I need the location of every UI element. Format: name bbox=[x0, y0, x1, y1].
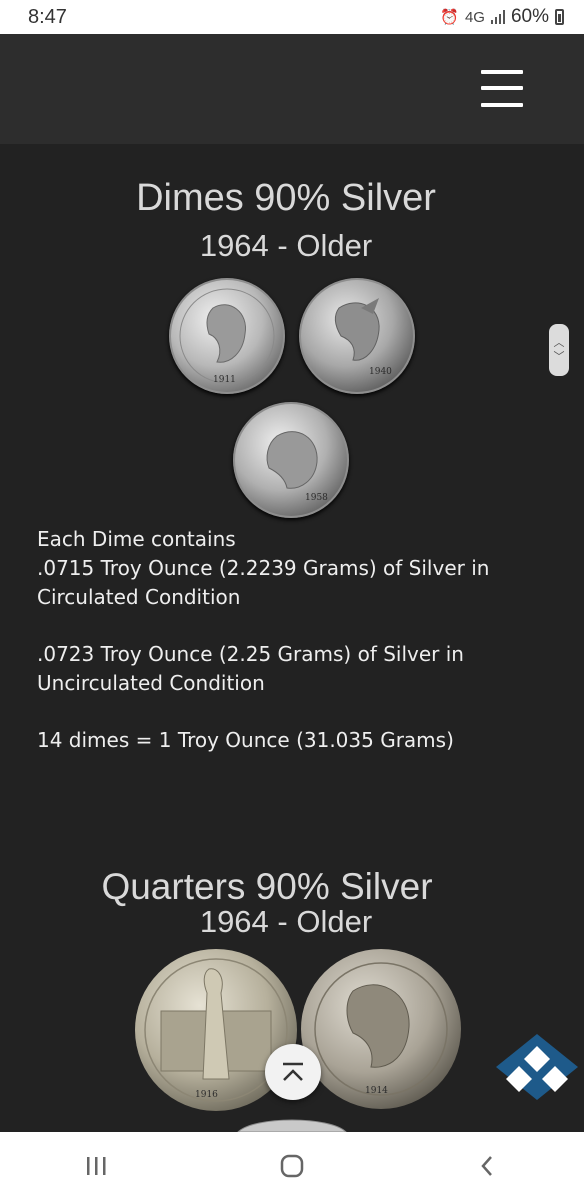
recent-apps-icon bbox=[87, 1157, 106, 1175]
back-icon bbox=[480, 1156, 492, 1176]
desc-line-3: .0723 Troy Ounce (2.25 Grams) of Silver … bbox=[37, 642, 464, 695]
network-label: 4G bbox=[464, 8, 485, 26]
quarters-title: Quarters 90% Silver bbox=[101, 866, 433, 907]
site-header bbox=[0, 34, 584, 144]
desc-line-1: Each Dime contains bbox=[37, 527, 236, 551]
partial-coin-image bbox=[237, 1119, 347, 1132]
recent-apps-button[interactable] bbox=[57, 1141, 137, 1191]
scroll-handle[interactable]: ︿ ﹀ bbox=[549, 324, 569, 376]
home-button[interactable] bbox=[252, 1141, 332, 1191]
home-icon bbox=[280, 1154, 304, 1178]
alarm-icon: ⏰ bbox=[440, 9, 459, 26]
barber-quarter-image: 1914 bbox=[301, 949, 461, 1109]
desc-line-2: .0715 Troy Ounce (2.2239 Grams) of Silve… bbox=[37, 556, 490, 609]
barber-dime-image: 1911 bbox=[171, 280, 283, 392]
chevron-up-icon: ︿ bbox=[553, 336, 565, 349]
roosevelt-dime-date: 1958 bbox=[305, 493, 328, 503]
dimes-title: Dimes 90% Silver bbox=[136, 177, 436, 219]
status-time: 8:47 bbox=[28, 5, 67, 28]
signal-icon bbox=[490, 10, 505, 24]
battery-percent: 60% bbox=[510, 6, 549, 27]
mercury-dime-date: 1940 bbox=[369, 367, 392, 377]
main-content: Dimes 90% Silver 1964 - Older 1911 1940 bbox=[0, 144, 584, 1132]
standing-liberty-date: 1916 bbox=[195, 1090, 218, 1100]
back-button[interactable] bbox=[447, 1141, 527, 1191]
status-icons: ⏰ 4G 60% bbox=[440, 6, 564, 28]
back-to-top-button[interactable] bbox=[265, 1044, 321, 1100]
arrow-up-icon bbox=[283, 1062, 303, 1081]
desc-line-4: 14 dimes = 1 Troy Ounce (31.035 Grams) bbox=[37, 728, 454, 752]
dimes-subtitle: 1964 - Older bbox=[199, 228, 373, 263]
battery-icon bbox=[555, 9, 564, 25]
barber-quarter-date: 1914 bbox=[365, 1086, 388, 1096]
roosevelt-dime-image: 1958 bbox=[235, 404, 347, 516]
menu-icon[interactable] bbox=[481, 70, 525, 108]
quarters-subtitle: 1964 - Older bbox=[199, 904, 373, 939]
system-nav-bar bbox=[0, 1132, 584, 1200]
barber-dime-date: 1911 bbox=[213, 375, 236, 385]
dime-description: Each Dime contains .0715 Troy Ounce (2.2… bbox=[37, 525, 557, 755]
chevron-down-icon: ﹀ bbox=[553, 350, 565, 363]
mercury-dime-image: 1940 bbox=[301, 280, 413, 392]
status-bar: 8:47 ⏰ 4G 60% bbox=[0, 0, 584, 34]
site-logo-icon[interactable] bbox=[494, 1032, 580, 1102]
